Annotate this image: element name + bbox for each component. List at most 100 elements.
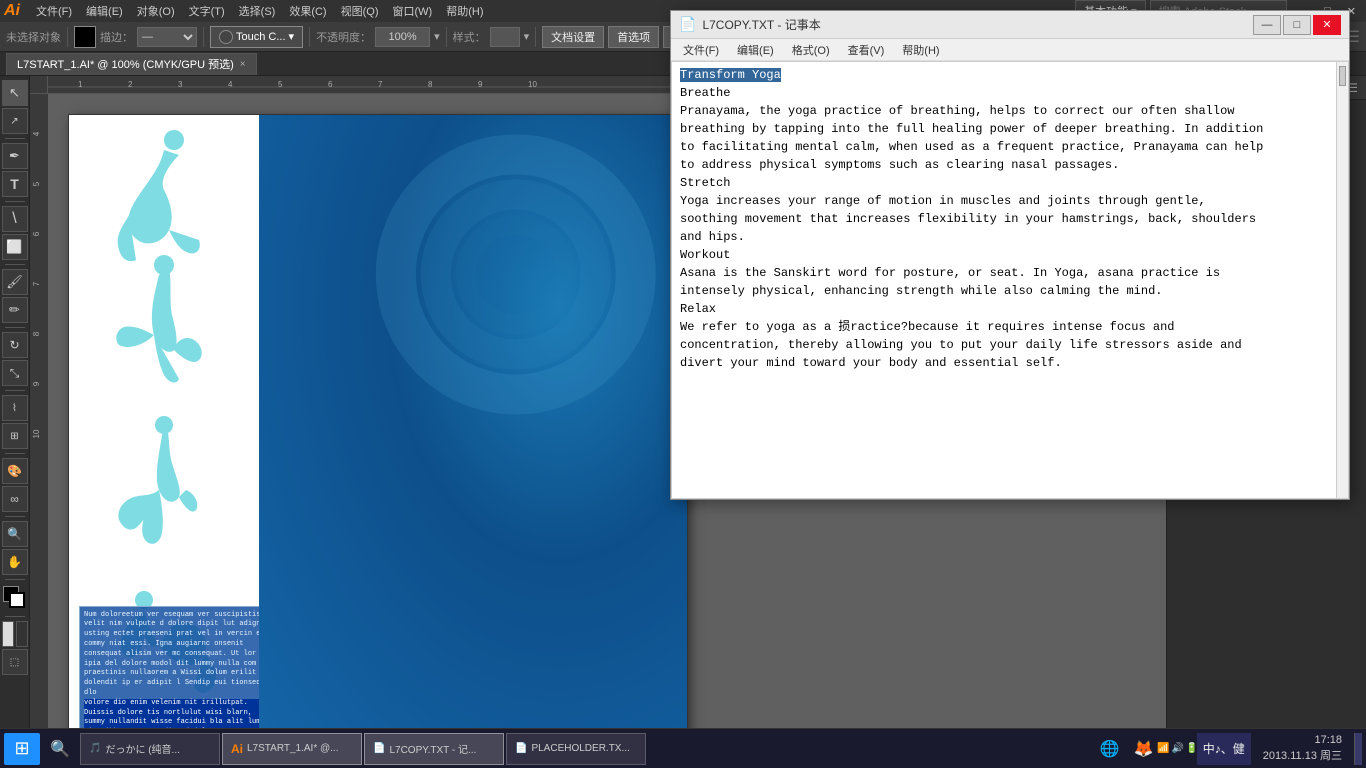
svg-text:8: 8 — [32, 331, 41, 336]
doc-settings-btn[interactable]: 文档设置 — [542, 26, 604, 48]
svg-text:7: 7 — [32, 281, 41, 286]
placeholder-label: PLACEHOLDER.TX... — [531, 743, 629, 754]
tool-blend[interactable]: ∞ — [2, 486, 28, 512]
svg-text:6: 6 — [328, 80, 333, 89]
notepad-taskbar-icon: 📄 — [373, 743, 385, 754]
tool-sep1 — [5, 138, 25, 139]
taskbar-illustrator[interactable]: Ai L7START_1.AI* @... — [222, 733, 362, 765]
tool-sep9 — [5, 616, 25, 617]
tool-zoom[interactable]: 🔍 — [2, 521, 28, 547]
taskbar-placeholder[interactable]: 📄 PLACEHOLDER.TX... — [506, 733, 646, 765]
svg-text:6: 6 — [32, 231, 41, 236]
tool-eyedropper[interactable]: 🎨 — [2, 458, 28, 484]
notepad-menu-help[interactable]: 帮助(H) — [894, 40, 947, 60]
touch-button[interactable]: Touch C... ▾ — [210, 26, 303, 48]
touch-icon — [219, 30, 233, 44]
taskbar-firefox-icon[interactable]: 🦊 — [1129, 733, 1159, 765]
tool-line[interactable]: \ — [2, 206, 28, 232]
start-button[interactable]: ⊞ — [4, 733, 40, 765]
tool-hand[interactable]: ✋ — [2, 549, 28, 575]
notepad-menu-file[interactable]: 文件(F) — [675, 40, 727, 60]
view-normal[interactable] — [2, 621, 14, 647]
notepad-maximize-btn[interactable]: □ — [1283, 15, 1311, 35]
menu-type[interactable]: 文字(T) — [183, 1, 231, 21]
notepad-menu-view[interactable]: 查看(V) — [840, 40, 893, 60]
menu-effect[interactable]: 效果(C) — [283, 1, 332, 21]
taskbar-music[interactable]: 🎵 だっかに (纯音... — [80, 733, 220, 765]
ime-area[interactable]: 中♪、健 — [1197, 733, 1251, 765]
notepad-menu-edit[interactable]: 编辑(E) — [729, 40, 782, 60]
svg-text:9: 9 — [32, 381, 41, 386]
toolbar-sep5 — [535, 27, 536, 47]
tool-shape[interactable]: ⬜ — [2, 234, 28, 260]
ai-logo: Ai — [4, 2, 20, 20]
menu-edit[interactable]: 编辑(E) — [80, 1, 129, 21]
scrollbar-thumb[interactable] — [1339, 66, 1346, 86]
taskbar-right: 🌐 🦊 📶 🔊 🔋 中♪、健 17:18 2013.11.13 周三 — [1095, 733, 1362, 765]
menu-select[interactable]: 选择(S) — [233, 1, 282, 21]
tool-scale[interactable]: ⤡ — [2, 360, 28, 386]
opacity-dropdown-icon[interactable]: ▾ — [434, 30, 440, 43]
search-button[interactable]: 🔍 — [42, 733, 78, 765]
doc-tab-close[interactable]: × — [240, 59, 246, 70]
volume-icon[interactable]: 🔊 — [1171, 743, 1183, 754]
toolbar-sep4 — [446, 27, 447, 47]
tool-direct-select[interactable]: ↗ — [2, 108, 28, 134]
tool-select[interactable]: ↖ — [2, 80, 28, 106]
svg-text:10: 10 — [528, 80, 537, 89]
doc-tab-active[interactable]: L7START_1.AI* @ 100% (CMYK/GPU 预选) × — [6, 53, 257, 75]
tool-sep7 — [5, 516, 25, 517]
style-field[interactable] — [490, 27, 520, 47]
menu-file[interactable]: 文件(F) — [30, 1, 78, 21]
tool-sep8 — [5, 579, 25, 580]
notepad-menubar: 文件(F) 编辑(E) 格式(O) 查看(V) 帮助(H) — [671, 39, 1349, 61]
taskbar-ie-icon[interactable]: 🌐 — [1095, 733, 1125, 765]
preferences-btn[interactable]: 首选项 — [608, 26, 659, 48]
svg-text:5: 5 — [278, 80, 283, 89]
network-icon[interactable]: 📶 — [1157, 743, 1169, 754]
tool-type[interactable]: T — [2, 171, 28, 197]
music-icon: 🎵 — [89, 743, 101, 754]
style-dropdown-icon[interactable]: ▾ — [524, 30, 530, 43]
menu-object[interactable]: 对象(O) — [131, 1, 181, 21]
tool-sep3 — [5, 264, 25, 265]
color-fill-stroke[interactable] — [3, 586, 27, 610]
tool-free-transform[interactable]: ⊞ — [2, 423, 28, 449]
opacity-input[interactable] — [375, 27, 430, 47]
tool-pen[interactable]: ✒ — [2, 143, 28, 169]
window-controls: — □ ✕ — [1253, 15, 1341, 35]
tool-pencil[interactable]: ✏ — [2, 297, 28, 323]
notepad-selected-text: Transform Yoga — [680, 68, 781, 82]
taskbar-notepad[interactable]: 📄 L7COPY.TXT - 记... — [364, 733, 504, 765]
notepad-minimize-btn[interactable]: — — [1253, 15, 1281, 35]
view-mode-btns — [2, 621, 28, 647]
ai-taskbar-icon: Ai — [231, 742, 243, 756]
tool-sep2 — [5, 201, 25, 202]
notepad-title: L7COPY.TXT - 记事本 — [702, 16, 1247, 33]
clock-time: 17:18 — [1263, 733, 1342, 748]
tool-paintbrush[interactable]: 🖌 — [2, 269, 28, 295]
touch-label: Touch C... — [236, 31, 286, 43]
menu-window[interactable]: 窗口(W) — [387, 1, 439, 21]
canvas-text-overlay: Num doloreetum ver esequam ver suscipist… — [79, 606, 279, 740]
notepad-scrollbar[interactable] — [1336, 62, 1348, 498]
svg-text:7: 7 — [378, 80, 383, 89]
notepad-menu-format[interactable]: 格式(O) — [784, 40, 838, 60]
svg-text:5: 5 — [32, 181, 41, 186]
fill-color-swatch[interactable] — [74, 26, 96, 48]
show-desktop-btn[interactable] — [1354, 733, 1362, 765]
menu-help[interactable]: 帮助(H) — [440, 1, 489, 21]
tool-rotate[interactable]: ↻ — [2, 332, 28, 358]
taskbar-clock: 17:18 2013.11.13 周三 — [1255, 733, 1350, 764]
view-outline[interactable] — [16, 621, 28, 647]
notepad-content[interactable]: Transform Yoga Breathe Pranayama, the yo… — [671, 61, 1349, 499]
stroke-selector[interactable]: — — [137, 27, 197, 47]
touch-dropdown-icon: ▾ — [289, 30, 295, 43]
change-screen-mode[interactable]: ⬚ — [2, 649, 28, 675]
tool-warp[interactable]: ⌇ — [2, 395, 28, 421]
no-selection-label: 未选择对象 — [6, 29, 61, 45]
ime-text: 中♪、健 — [1203, 740, 1245, 757]
ruler-left: 4 5 6 7 8 9 10 — [30, 94, 48, 740]
notepad-close-btn[interactable]: ✕ — [1313, 15, 1341, 35]
menu-view[interactable]: 视图(Q) — [335, 1, 385, 21]
